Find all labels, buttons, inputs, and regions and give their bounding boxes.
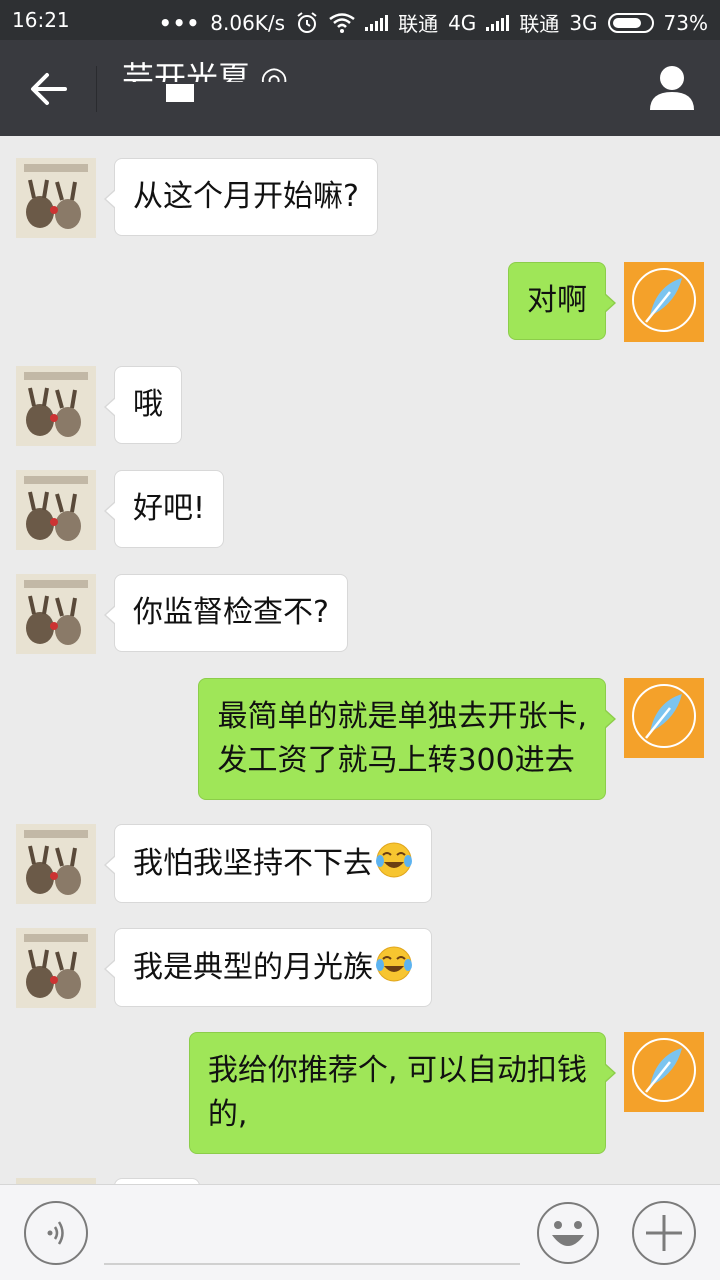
title-redaction (166, 84, 194, 102)
network-type-2: 3G (569, 10, 598, 35)
contact-avatar[interactable] (16, 470, 96, 550)
input-bar (0, 1184, 720, 1280)
rabbit-avatar-image (16, 824, 96, 904)
my-avatar[interactable] (624, 1032, 704, 1112)
message-bubble-in[interactable]: 从这个月开始嘛? (104, 158, 378, 236)
plus-icon (646, 1215, 682, 1251)
rabbit-avatar-image (16, 366, 96, 446)
message-text: 好吧! (133, 491, 206, 526)
battery-icon (607, 12, 654, 33)
my-avatar[interactable] (624, 262, 704, 342)
message-bubble-out[interactable]: 对啊 (508, 262, 616, 340)
contact-avatar[interactable] (16, 158, 96, 238)
profile-button[interactable] (644, 60, 700, 116)
wifi-icon (329, 12, 355, 33)
message-text: 哦 (133, 387, 163, 422)
contact-avatar[interactable] (16, 824, 96, 904)
signal-icon (486, 14, 510, 31)
message-text: 对啊 (527, 283, 587, 318)
network-speed: 8.06K/s (210, 10, 286, 35)
carrier-1: 联通 (398, 12, 439, 36)
title-divider (96, 66, 97, 112)
my-avatar[interactable] (624, 678, 704, 758)
contact-avatar[interactable] (16, 574, 96, 654)
message-text: 我怕我坚持不下去 (133, 846, 373, 881)
message-bubble-in[interactable]: 我是典型的月光族 (104, 928, 432, 1007)
message-bubble-in[interactable]: 哦 (104, 366, 182, 444)
back-button[interactable] (24, 64, 74, 114)
rabbit-avatar-image (16, 928, 96, 1008)
message-text: 你监督检查不? (133, 595, 329, 630)
contact-avatar[interactable] (16, 928, 96, 1008)
message-text: 我给你推荐个, 可以自动扣钱 (207, 1053, 587, 1088)
crying-laughing-emoji-icon (376, 946, 412, 982)
message-text: 我是典型的月光族 (133, 950, 373, 985)
chat-list[interactable]: 从这个月开始嘛? 对啊 哦 好吧! 你监督检查不? 最简单的就是单独去开张卡, … (0, 136, 720, 1184)
contact-avatar[interactable] (16, 366, 96, 446)
emoji-button[interactable] (536, 1201, 600, 1265)
message-bubble-in[interactable]: 你监督检查不? (104, 574, 348, 652)
rabbit-avatar-image (16, 470, 96, 550)
message-bubble-in[interactable]: 我怕我坚持不下去 (104, 824, 432, 903)
feather-avatar-image (624, 1032, 704, 1112)
back-arrow-icon (31, 73, 67, 105)
signal-icon (365, 14, 389, 31)
network-type-1: 4G (448, 10, 477, 35)
message-text: 发工资了就马上转300进去 (217, 743, 575, 778)
voice-icon (47, 1221, 64, 1245)
message-text: 最简单的就是单独去开张卡, (217, 699, 587, 734)
carrier-2: 联通 (519, 12, 560, 36)
rabbit-avatar-image (16, 158, 96, 238)
smiley-icon (537, 1202, 599, 1264)
message-bubble-out[interactable]: 最简单的就是单独去开张卡, 发工资了就马上转300进去 (198, 678, 616, 800)
message-text: 的, (207, 1097, 248, 1132)
notification-dots: ••• (158, 10, 201, 35)
status-time: 16:21 (12, 8, 70, 32)
feather-avatar-image (624, 262, 704, 342)
message-input[interactable] (104, 1199, 520, 1265)
message-bubble-out[interactable]: 我给你推荐个, 可以自动扣钱 的, (188, 1032, 617, 1154)
status-indicators: ••• 8.06K/s 联通 4G 联通 3G 73% (159, 8, 708, 37)
person-icon (650, 66, 694, 110)
battery-level: 73% (663, 10, 708, 35)
title-bar: 芸开光夏 ◎ (0, 40, 720, 136)
rabbit-avatar-image (16, 574, 96, 654)
crying-laughing-emoji-icon (376, 842, 412, 878)
feather-avatar-image (624, 678, 704, 758)
plus-button[interactable] (632, 1201, 696, 1265)
message-text: 从这个月开始嘛? (133, 179, 359, 214)
message-bubble-in[interactable]: 好吧! (103, 470, 225, 548)
voice-button[interactable] (24, 1201, 88, 1265)
status-bar: 16:21 ••• 8.06K/s 联通 4G 联通 3G 73% (0, 0, 720, 40)
alarm-icon (297, 11, 317, 33)
